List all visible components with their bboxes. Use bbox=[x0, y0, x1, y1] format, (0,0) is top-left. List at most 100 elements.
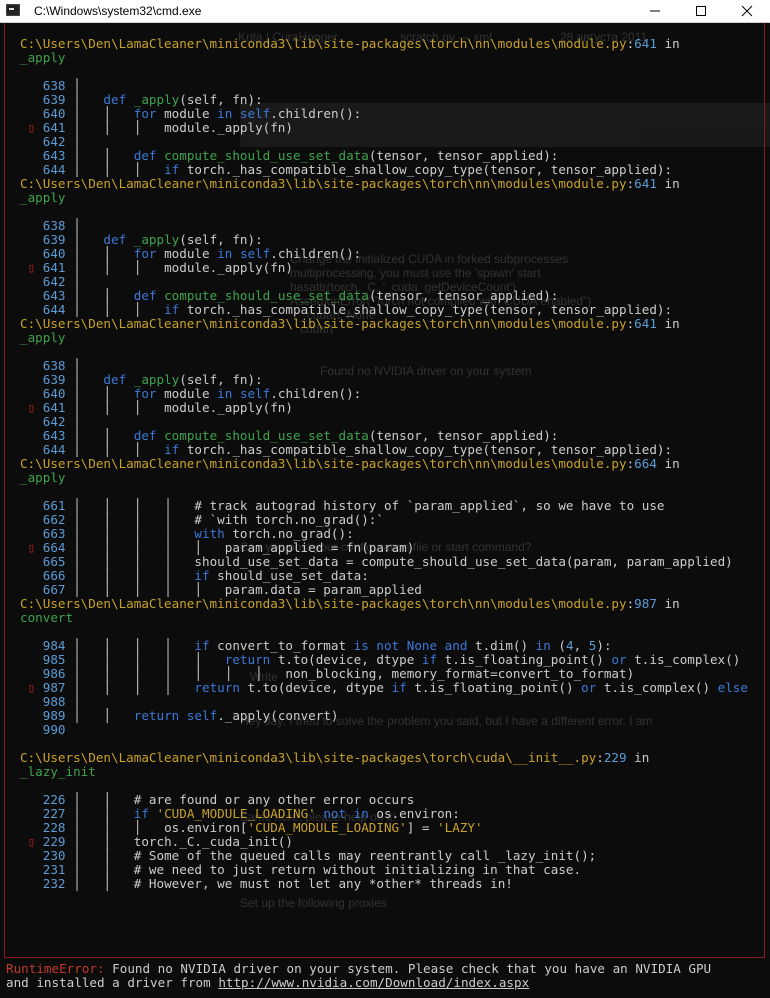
console-token: 638 bbox=[20, 218, 66, 233]
console-token: t.to(device, dtype bbox=[239, 680, 392, 695]
console-token: │ bbox=[65, 78, 81, 93]
console-line: 642 │ bbox=[20, 135, 81, 149]
console-line: _apply bbox=[20, 191, 66, 205]
console-token bbox=[179, 708, 187, 723]
console-token: in bbox=[217, 246, 233, 261]
console-token: def bbox=[103, 372, 127, 387]
console-token: │ │ bbox=[65, 876, 134, 891]
console-token: ▯ bbox=[20, 400, 43, 415]
console-token: │ bbox=[65, 92, 104, 107]
console-token: convert bbox=[20, 610, 74, 625]
maximize-icon[interactable] bbox=[678, 0, 724, 22]
console-token: if bbox=[164, 442, 180, 457]
window-titlebar[interactable]: C:\Windows\system32\cmd.exe bbox=[0, 0, 770, 23]
console-output[interactable]: Krita | CuraHopper scratch.py — xml 28 авг… bbox=[0, 23, 770, 998]
console-token: # track autograd history of `param_appli… bbox=[194, 498, 665, 513]
console-line: 667 │ │ │ │ │ param.data = param_applied bbox=[20, 583, 422, 597]
console-token: def bbox=[133, 148, 157, 163]
console-token: _apply bbox=[20, 190, 66, 205]
console-token: def bbox=[133, 428, 157, 443]
console-line: 984 │ │ │ │ if convert_to_format is not … bbox=[20, 639, 612, 653]
console-token: │ bbox=[65, 414, 81, 429]
console-token: in bbox=[217, 386, 233, 401]
console-token: _apply bbox=[20, 330, 66, 345]
console-line: C:\Users\Den\LamaCleaner\miniconda3\lib\… bbox=[20, 597, 680, 611]
console-token: # However, we must not let any *other* t… bbox=[133, 876, 513, 891]
console-token: in bbox=[626, 750, 650, 765]
console-token: 640 bbox=[20, 246, 66, 261]
console-token: if bbox=[421, 652, 438, 667]
console-token: │ │ bbox=[65, 848, 134, 863]
console-token: 639 bbox=[20, 92, 66, 107]
console-token: │ │ │ │ │ bbox=[65, 540, 225, 555]
console-token: 665 bbox=[20, 554, 66, 569]
console-token: if bbox=[194, 568, 210, 583]
error-line-1: RuntimeError: Found no NVIDIA driver on … bbox=[6, 962, 711, 976]
console-token: │ bbox=[65, 274, 81, 289]
console-line: 989 │ │ return self._apply(convert) bbox=[20, 709, 339, 723]
console-token: 643 bbox=[20, 428, 66, 443]
console-token: if bbox=[194, 638, 210, 653]
console-token: in bbox=[535, 638, 551, 653]
console-token: in bbox=[656, 36, 680, 51]
console-token: 985 bbox=[20, 652, 66, 667]
console-line: 640 │ │ for module in self.children(): bbox=[20, 246, 362, 261]
console-token: # `with torch.no_grad():` bbox=[194, 512, 384, 527]
console-line: 644 │ │ │ if torch._has_compatible_shall… bbox=[20, 443, 672, 457]
console-token: (self, fn): bbox=[179, 372, 263, 387]
console-token: # we need to just return without initial… bbox=[133, 862, 582, 877]
close-icon[interactable] bbox=[724, 0, 770, 22]
console-token: 644 bbox=[20, 442, 66, 457]
driver-download-link[interactable]: http://www.nvidia.com/Download/index.asp… bbox=[218, 975, 529, 990]
console-token: # Some of the queued calls may reentrant… bbox=[133, 848, 597, 863]
console-token: ] = bbox=[406, 820, 438, 835]
console-line: 230 │ │ # Some of the queued calls may r… bbox=[20, 848, 597, 863]
console-token: 641 bbox=[634, 316, 657, 331]
console-line: 642 │ bbox=[20, 275, 81, 289]
console-token: _apply bbox=[20, 50, 66, 65]
console-token: (self, fn): bbox=[179, 92, 263, 107]
console-token: convert_to_format bbox=[209, 638, 354, 653]
console-token: │ │ │ │ bbox=[65, 512, 195, 527]
console-line: 643 │ │ def compute_should_use_set_data(… bbox=[20, 289, 559, 303]
console-token: │ │ │ │ bbox=[65, 554, 195, 569]
console-token: torch._C._cuda_init() bbox=[133, 834, 293, 849]
console-token: .children(): bbox=[270, 386, 362, 401]
console-token: 644 bbox=[20, 162, 66, 177]
console-line: 988 │ bbox=[20, 695, 81, 709]
console-line: ▯ 229 │ │ torch._C._cuda_init() bbox=[20, 835, 293, 849]
console-line: C:\Users\Den\LamaCleaner\miniconda3\lib\… bbox=[20, 751, 649, 765]
error-message-2: and installed a driver from bbox=[6, 975, 219, 990]
console-token: 662 bbox=[20, 512, 66, 527]
console-token: 641 bbox=[42, 260, 66, 275]
console-token: │ │ │ bbox=[65, 400, 165, 415]
console-line: 990 bbox=[20, 723, 66, 737]
console-token bbox=[232, 246, 240, 261]
console-token: 229 bbox=[42, 834, 66, 849]
console-token: return bbox=[194, 680, 240, 695]
console-token: is not bbox=[353, 638, 400, 653]
console-token: 232 bbox=[20, 876, 66, 891]
console-token bbox=[157, 148, 165, 163]
console-token: for bbox=[133, 386, 157, 401]
console-token: in bbox=[217, 106, 233, 121]
console-token: 231 bbox=[20, 862, 66, 877]
console-token: │ │ │ │ │ bbox=[65, 582, 225, 597]
console-token: 639 bbox=[20, 372, 66, 387]
console-token: _lazy_init bbox=[20, 764, 96, 779]
minimize-icon[interactable] bbox=[632, 0, 678, 22]
console-token: module._apply(fn) bbox=[164, 260, 293, 275]
console-token: 228 bbox=[20, 820, 66, 835]
console-token: compute_should_use_set_data bbox=[164, 428, 369, 443]
console-token: C:\Users\Den\LamaCleaner\miniconda3\lib\… bbox=[20, 36, 627, 51]
console-token: module._apply(fn) bbox=[164, 400, 293, 415]
console-line: 644 │ │ │ if torch._has_compatible_shall… bbox=[20, 303, 672, 317]
console-token: 'CUDA_MODULE_LOADING' bbox=[156, 806, 316, 821]
console-token: │ │ │ bbox=[65, 162, 165, 177]
console-token: : bbox=[596, 750, 604, 765]
console-token: │ bbox=[65, 358, 81, 373]
console-token: 667 bbox=[20, 582, 66, 597]
console-token: def bbox=[103, 92, 127, 107]
console-token: in bbox=[656, 456, 680, 471]
console-token: │ │ │ │ bbox=[65, 498, 195, 513]
